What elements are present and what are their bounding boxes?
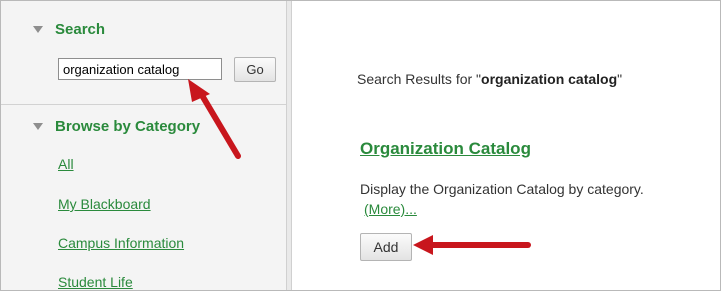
browse-section-header[interactable]: Browse by Category xyxy=(33,118,200,135)
collapse-triangle-icon[interactable] xyxy=(33,123,43,130)
panel-splitter[interactable] xyxy=(287,1,292,290)
results-heading-suffix: " xyxy=(617,71,623,87)
more-link[interactable]: (More)... xyxy=(364,201,417,217)
search-heading: Search xyxy=(55,21,106,38)
browse-heading: Browse by Category xyxy=(55,118,201,135)
results-query: organization catalog xyxy=(481,71,618,87)
search-results-heading: Search Results for "organization catalog… xyxy=(357,71,622,87)
sidebar-divider xyxy=(1,104,286,105)
add-button[interactable]: Add xyxy=(360,233,412,261)
category-link-all[interactable]: All xyxy=(58,156,74,172)
collapse-triangle-icon[interactable] xyxy=(33,26,43,33)
search-section-header[interactable]: Search xyxy=(33,21,105,38)
module-title-link[interactable]: Organization Catalog xyxy=(360,139,531,159)
module-description: Display the Organization Catalog by cate… xyxy=(360,181,644,197)
sidebar: Search Go Browse by Category All My Blac… xyxy=(1,1,287,290)
category-link-my-blackboard[interactable]: My Blackboard xyxy=(58,196,151,212)
go-button[interactable]: Go xyxy=(234,57,276,82)
module-browser-panel: Search Go Browse by Category All My Blac… xyxy=(0,0,721,291)
category-link-student-life[interactable]: Student Life xyxy=(58,274,133,290)
search-input[interactable] xyxy=(58,58,222,80)
category-link-campus-information[interactable]: Campus Information xyxy=(58,235,184,251)
results-heading-prefix: Search Results for " xyxy=(357,71,482,87)
annotation-arrow-head xyxy=(413,235,433,255)
